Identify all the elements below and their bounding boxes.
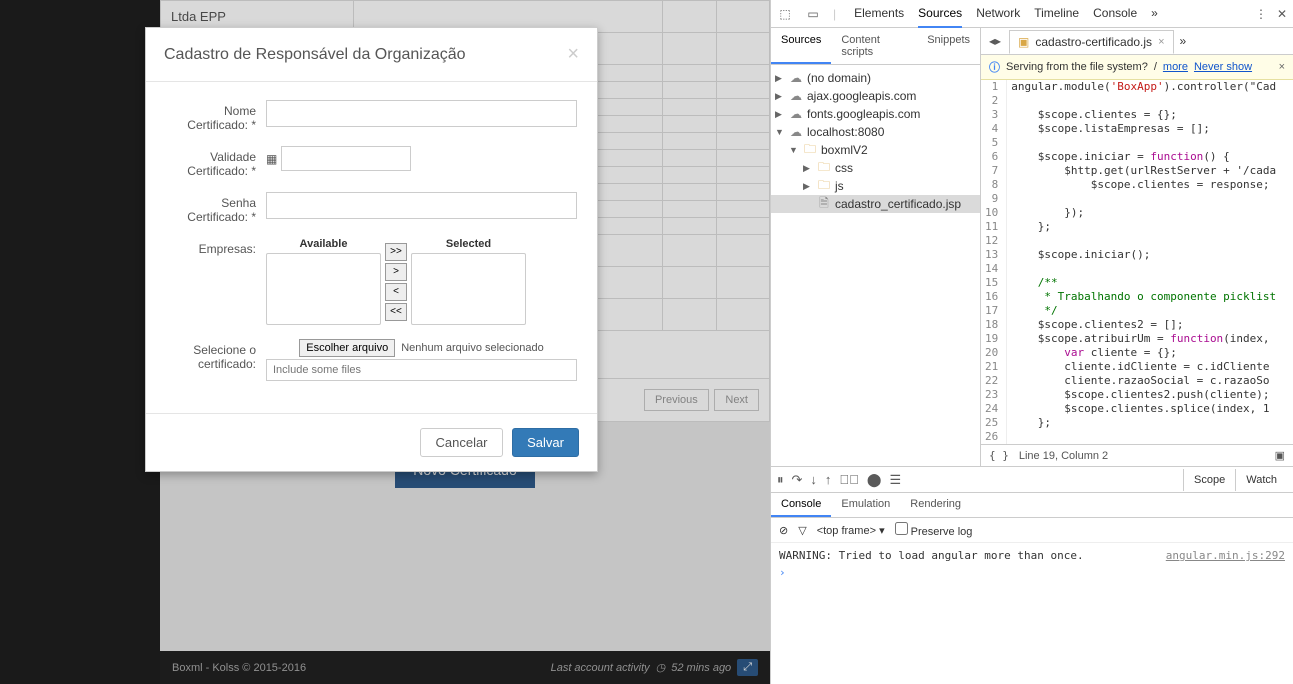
close-icon[interactable]: ×	[567, 43, 579, 66]
cadastro-modal: Cadastro de Responsável da Organização ×…	[145, 27, 598, 472]
scope-tab[interactable]: Scope	[1183, 469, 1235, 491]
cloud-icon: ☁	[789, 89, 803, 103]
inspect-icon[interactable]: ⬚	[777, 6, 793, 22]
tab-sources[interactable]: Sources	[918, 0, 962, 28]
preserve-log-checkbox[interactable]: Preserve log	[895, 522, 973, 538]
kebab-icon[interactable]: ⋮	[1255, 7, 1267, 21]
tree-node[interactable]: ▶🗀css	[771, 159, 980, 177]
file-icon: 🗎	[817, 197, 831, 211]
info-icon: ⓘ	[989, 59, 1000, 75]
validade-certificado-label: Validade Certificado: *	[166, 146, 266, 178]
folder-icon: 🗀	[803, 143, 817, 157]
devtools-panel: ⬚ ▭ | Elements Sources Network Timeline …	[770, 0, 1293, 684]
never-show-link[interactable]: Never show	[1194, 61, 1252, 73]
selected-list[interactable]	[411, 253, 526, 325]
devtools-toolbar: ⬚ ▭ | Elements Sources Network Timeline …	[771, 0, 1293, 28]
tab-console[interactable]: Console	[1093, 0, 1137, 28]
deactivate-breakpoints-icon[interactable]: �ொ	[839, 472, 859, 487]
tree-node[interactable]: ▶🗀js	[771, 177, 980, 195]
subtab-content-scripts[interactable]: Content scripts	[831, 28, 917, 64]
folder-icon: 🗀	[817, 161, 831, 175]
save-button[interactable]: Salvar	[512, 428, 579, 457]
file-path-input[interactable]	[266, 359, 577, 381]
more-link[interactable]: more	[1163, 61, 1188, 73]
frame-selector[interactable]: <top frame> ▾	[817, 524, 885, 537]
app-window: Ltda EPP Linha A Teste14156694000165 A T…	[0, 0, 770, 684]
code-editor[interactable]: 1234567891011121314151617181920212223242…	[981, 80, 1293, 444]
pause-icon[interactable]: ⏸	[777, 472, 784, 488]
console-prompt-icon: ›	[779, 566, 786, 579]
tree-node[interactable]: ▼☁localhost:8080	[771, 123, 980, 141]
cursor-position: Line 19, Column 2	[1019, 450, 1108, 462]
file-status: Nenhum arquivo selecionado	[401, 342, 543, 354]
tree-node[interactable]: ▶☁(no domain)	[771, 69, 980, 87]
subtab-snippets[interactable]: Snippets	[917, 28, 980, 64]
sidebar-toggle-icon[interactable]: ▣	[1275, 449, 1285, 462]
senha-certificado-input[interactable]	[266, 192, 577, 219]
subtab-sources[interactable]: Sources	[771, 28, 831, 64]
console-output[interactable]: WARNING: Tried to load angular more than…	[771, 543, 1293, 684]
close-infobar-icon[interactable]: ×	[1279, 61, 1285, 73]
move-left-button[interactable]: <	[385, 283, 407, 301]
folder-icon: 🗀	[817, 179, 831, 193]
empresas-label: Empresas:	[166, 238, 266, 256]
tab-more-icon[interactable]: »	[1151, 0, 1158, 28]
rendering-tab[interactable]: Rendering	[900, 493, 971, 517]
tree-node-selected[interactable]: 🗎cadastro_certificado.jsp	[771, 195, 980, 213]
filter-icon[interactable]: ▽	[798, 524, 806, 537]
tree-node[interactable]: ▼🗀boxmlV2	[771, 141, 980, 159]
move-all-left-button[interactable]: <<	[385, 303, 407, 321]
info-bar: ⓘ Serving from the file system? / more N…	[981, 55, 1293, 80]
console-source-link[interactable]: angular.min.js:292	[1166, 549, 1285, 562]
emulation-tab[interactable]: Emulation	[831, 493, 900, 517]
available-header: Available	[300, 238, 348, 253]
clear-console-icon[interactable]: ⊘	[779, 524, 788, 537]
close-devtools-icon[interactable]: ✕	[1277, 7, 1287, 21]
nome-certificado-input[interactable]	[266, 100, 577, 127]
tree-node[interactable]: ▶☁fonts.googleapis.com	[771, 105, 980, 123]
tree-node[interactable]: ▶☁ajax.googleapis.com	[771, 87, 980, 105]
move-right-button[interactable]: >	[385, 263, 407, 281]
validade-certificado-input[interactable]	[281, 146, 411, 171]
format-icon[interactable]: { }	[989, 449, 1009, 462]
file-tree: ▶☁(no domain) ▶☁ajax.googleapis.com ▶☁fo…	[771, 65, 980, 466]
async-icon[interactable]: ☰	[889, 472, 901, 488]
available-list[interactable]	[266, 253, 381, 325]
tab-timeline[interactable]: Timeline	[1034, 0, 1079, 28]
more-tabs-icon[interactable]: »	[1180, 34, 1187, 48]
tab-elements[interactable]: Elements	[854, 0, 904, 28]
js-file-icon: ▣	[1018, 35, 1029, 49]
cloud-icon: ☁	[789, 107, 803, 121]
close-tab-icon[interactable]: ×	[1158, 36, 1164, 48]
console-tab[interactable]: Console	[771, 493, 831, 517]
step-into-icon[interactable]: ↓	[810, 472, 817, 487]
pause-exceptions-icon[interactable]: ⬤	[867, 472, 882, 488]
step-over-icon[interactable]: ↷	[792, 472, 803, 488]
console-message: WARNING: Tried to load angular more than…	[779, 549, 1084, 562]
calendar-icon[interactable]: ▦	[266, 152, 277, 166]
nome-certificado-label: Nome Certificado: *	[166, 100, 266, 132]
selected-header: Selected	[446, 238, 491, 253]
move-all-right-button[interactable]: >>	[385, 243, 407, 261]
cloud-icon: ☁	[789, 71, 803, 85]
modal-title: Cadastro de Responsável da Organização	[164, 46, 466, 64]
senha-certificado-label: Senha Certificado: *	[166, 192, 266, 224]
watch-tab[interactable]: Watch	[1235, 469, 1287, 491]
cancel-button[interactable]: Cancelar	[420, 428, 502, 457]
step-out-icon[interactable]: ↑	[825, 472, 832, 487]
choose-file-button[interactable]: Escolher arquivo	[299, 339, 395, 357]
selecione-certificado-label: Selecione o certificado:	[166, 339, 266, 371]
nav-back-icon[interactable]: ◂▸	[987, 33, 1003, 49]
cloud-icon: ☁	[789, 125, 803, 139]
editor-file-tab[interactable]: ▣ cadastro-certificado.js ×	[1009, 30, 1174, 54]
tab-network[interactable]: Network	[976, 0, 1020, 28]
device-icon[interactable]: ▭	[805, 6, 821, 22]
